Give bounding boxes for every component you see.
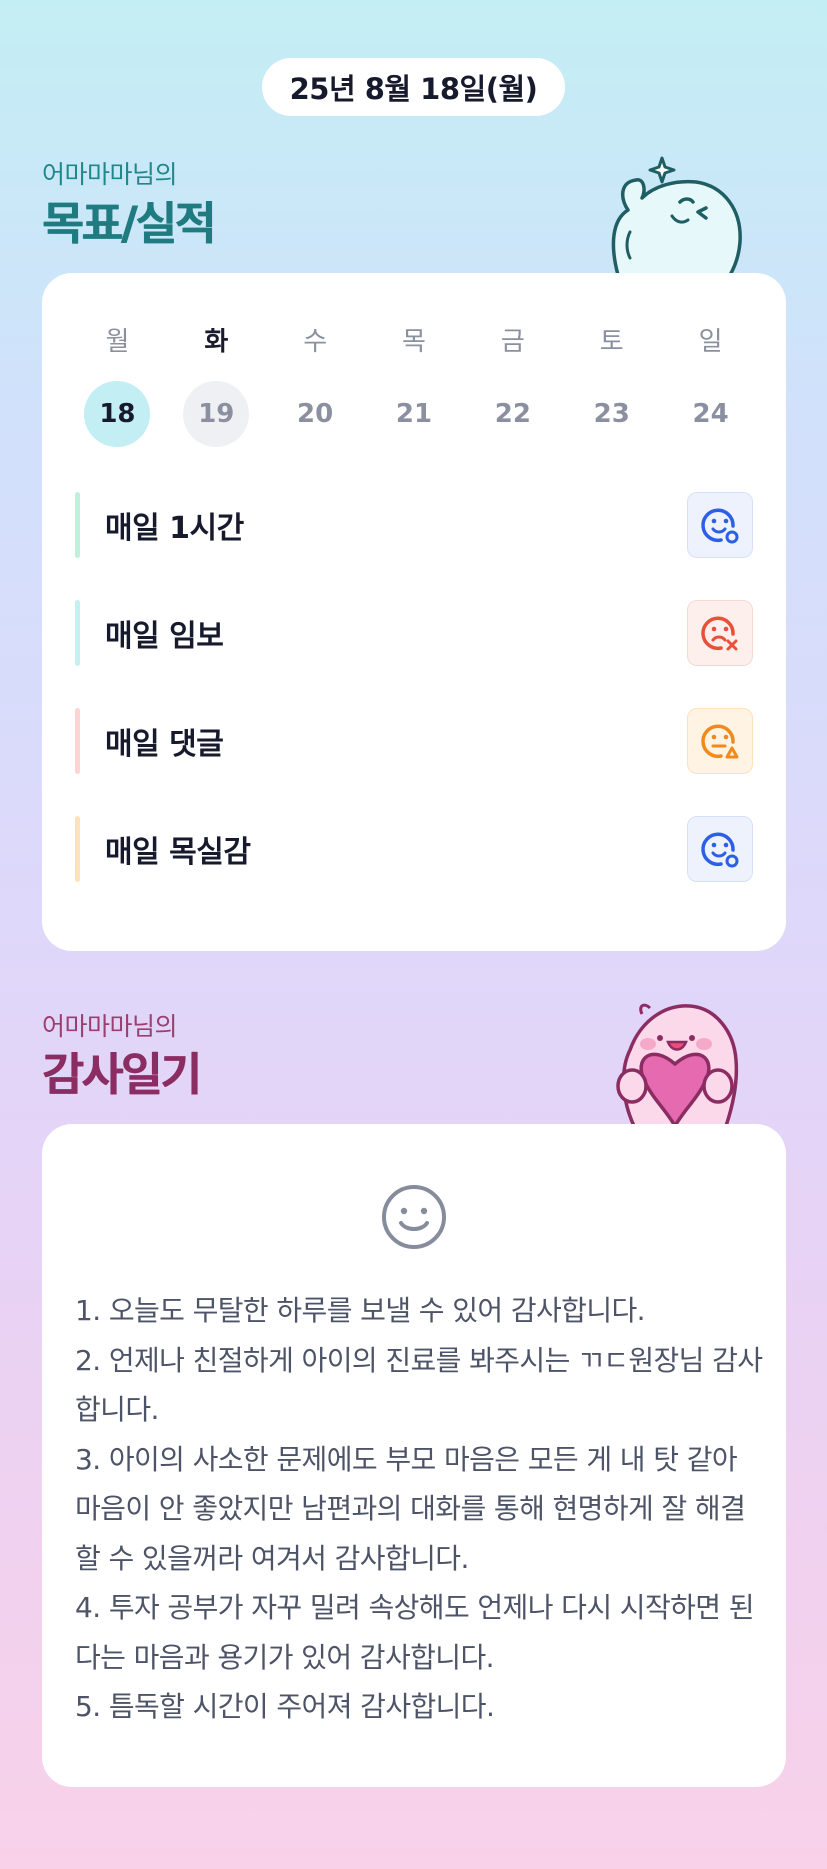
goal-color-bar xyxy=(75,492,80,558)
smile-icon xyxy=(382,1185,446,1249)
pink-mascot-icon xyxy=(616,1003,739,1126)
goals-section-subtitle: 어마마마님의 xyxy=(42,160,178,189)
goal-color-bar xyxy=(75,708,80,774)
diary-line: 3. 아이의 사소한 문제에도 부모 마음은 모든 게 내 탓 같아 마음이 안… xyxy=(75,1442,746,1575)
goal-color-bar xyxy=(75,816,80,882)
goals-section-title: 목표/실적 xyxy=(42,197,216,250)
weekday-label: 수 xyxy=(303,327,328,357)
weekday-label: 일 xyxy=(698,327,723,357)
diary-line: 5. 틈독할 시간이 주어져 감사합니다. xyxy=(75,1690,495,1723)
smile-check-icon xyxy=(701,832,739,868)
goal-label: 매일 1시간 xyxy=(105,511,244,546)
diary-section-title: 감사일기 xyxy=(42,1048,202,1101)
goal-label: 매일 댓글 xyxy=(105,727,224,762)
goal-status-achieved-button[interactable] xyxy=(687,492,753,558)
day-button[interactable]: 24 xyxy=(661,381,760,447)
weekday-label: 금 xyxy=(500,327,525,357)
day-button[interactable]: 22 xyxy=(463,381,562,447)
diary-line: 1. 오늘도 무탈한 하루를 보낼 수 있어 감사합니다. xyxy=(75,1294,646,1327)
teal-mascot-icon xyxy=(611,156,742,275)
date-header[interactable]: 25년 8월 18일(월) xyxy=(262,58,565,116)
day-selector: 18 19 20 21 22 23 24 xyxy=(68,381,760,447)
diary-line: 2. 언제나 친절하게 아이의 진료를 봐주시는 ㄲㄷ원장님 감사합니다. xyxy=(75,1343,763,1427)
sad-x-icon xyxy=(701,616,738,651)
goal-label: 매일 임보 xyxy=(105,619,224,654)
diary-entry: 1. 오늘도 무탈한 하루를 보낼 수 있어 감사합니다. 2. 언제나 친절하… xyxy=(75,1286,765,1732)
day-button[interactable]: 20 xyxy=(266,381,365,447)
goal-row[interactable]: 매일 1시간 xyxy=(75,492,753,558)
day-button[interactable]: 19 xyxy=(167,381,266,447)
goal-row[interactable]: 매일 댓글 xyxy=(75,708,753,774)
weekday-label: 월 xyxy=(105,327,130,357)
goal-status-achieved-button[interactable] xyxy=(687,816,753,882)
day-button[interactable]: 21 xyxy=(365,381,464,447)
goal-status-partial-button[interactable] xyxy=(687,708,753,774)
goal-label: 매일 목실감 xyxy=(105,835,251,870)
smile-check-icon xyxy=(701,508,739,544)
weekday-label: 목 xyxy=(402,327,426,357)
weekday-header: 월 화 수 목 금 토 일 xyxy=(68,321,760,358)
day-button-selected[interactable]: 18 xyxy=(68,381,167,447)
goal-row[interactable]: 매일 임보 xyxy=(75,600,753,666)
goal-color-bar xyxy=(75,600,80,666)
weekday-label: 화 xyxy=(204,327,229,357)
diary-card: 1. 오늘도 무탈한 하루를 보낼 수 있어 감사합니다. 2. 언제나 친절하… xyxy=(42,1124,786,1787)
weekday-label: 토 xyxy=(599,327,624,357)
day-button[interactable]: 23 xyxy=(562,381,661,447)
goals-card: 월 화 수 목 금 토 일 18 19 20 21 22 23 24 매일 1시… xyxy=(42,273,786,951)
diary-line: 4. 투자 공부가 자꾸 밀려 속상해도 언제나 다시 시작하면 된다는 마음과… xyxy=(75,1591,755,1674)
neutral-triangle-icon xyxy=(701,724,739,759)
goal-row[interactable]: 매일 목실감 xyxy=(75,816,753,882)
goal-status-failed-button[interactable] xyxy=(687,600,753,666)
